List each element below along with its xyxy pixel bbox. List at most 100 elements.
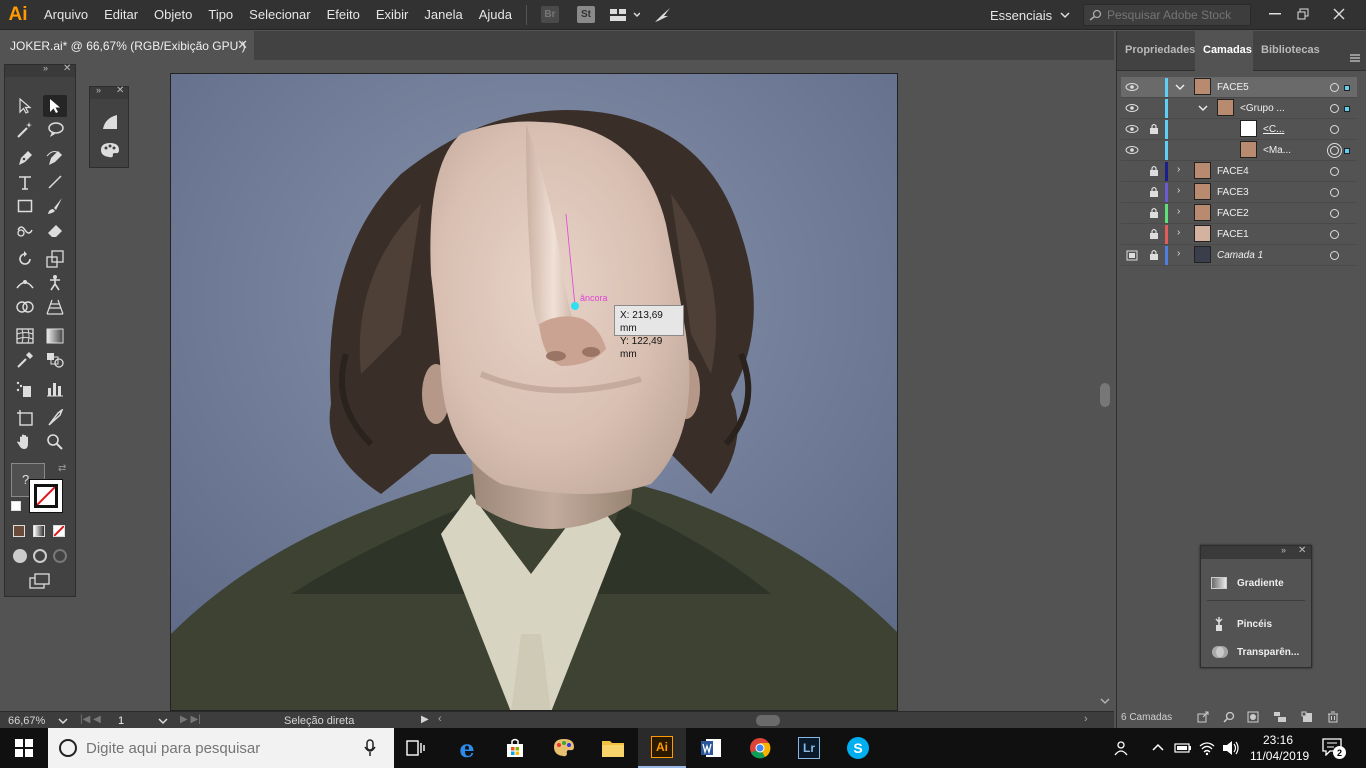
selection-indicator[interactable]: [1344, 106, 1350, 112]
collapse-panel-icon[interactable]: »: [43, 63, 48, 73]
layer-name[interactable]: <C...: [1263, 124, 1284, 135]
gpu-performance-icon[interactable]: [654, 7, 672, 23]
layer-row[interactable]: › FACE3: [1121, 182, 1357, 203]
battery-icon[interactable]: [1174, 741, 1192, 755]
selection-indicator[interactable]: [1344, 148, 1350, 154]
layer-target-icon[interactable]: [1330, 251, 1339, 260]
lock-icon[interactable]: [1149, 249, 1159, 261]
chevron-right-icon[interactable]: ›: [1177, 164, 1180, 175]
default-colors-icon[interactable]: [11, 501, 21, 511]
system-clock[interactable]: 23:16 11/04/2019: [1250, 732, 1309, 764]
paint-app[interactable]: [540, 728, 588, 768]
brushes-panel-button[interactable]: Pincéis: [1201, 611, 1311, 637]
trash-icon[interactable]: [1327, 711, 1339, 723]
layer-name[interactable]: FACE5: [1217, 82, 1249, 93]
arrange-documents-icon[interactable]: [609, 8, 640, 22]
selection-tool-icon[interactable]: [13, 95, 37, 117]
visibility-eye-icon[interactable]: [1125, 122, 1139, 136]
chevron-down-icon[interactable]: [1198, 103, 1208, 113]
layer-target-icon[interactable]: [1330, 146, 1339, 155]
lock-icon[interactable]: [1149, 186, 1159, 198]
expand-dock-icon[interactable]: »: [1281, 545, 1286, 555]
close-floating-panel-icon[interactable]: ✕: [116, 85, 124, 96]
symbol-sprayer-tool-icon[interactable]: [13, 378, 37, 400]
layer-row[interactable]: › FACE2: [1121, 203, 1357, 224]
line-tool-icon[interactable]: [43, 171, 67, 193]
new-sublayer-icon[interactable]: [1273, 711, 1287, 723]
zoom-tool-icon[interactable]: [43, 431, 67, 453]
gradient-swatch-tool-icon[interactable]: [98, 111, 122, 133]
puppet-warp-tool-icon[interactable]: [43, 272, 67, 294]
people-icon[interactable]: [1114, 739, 1132, 757]
artboard-number[interactable]: 1: [118, 715, 124, 727]
gradient-tool-icon[interactable]: [43, 325, 67, 347]
paintbrush-tool-icon[interactable]: [43, 195, 67, 217]
tab-layers-active[interactable]: Camadas: [1195, 31, 1253, 71]
layer-target-icon[interactable]: [1330, 188, 1339, 197]
last-artboard-icon[interactable]: ▶ ▶|: [180, 714, 201, 725]
status-menu-icon[interactable]: ▶: [421, 714, 429, 725]
expand-panel-icon[interactable]: »: [96, 85, 101, 95]
pen-tool-icon[interactable]: [13, 147, 37, 169]
draw-normal-icon[interactable]: [13, 549, 27, 563]
shape-builder-tool-icon[interactable]: [13, 296, 37, 318]
export-icon[interactable]: [1197, 711, 1209, 723]
make-clipping-mask-icon[interactable]: [1247, 711, 1259, 723]
layer-name[interactable]: FACE1: [1217, 229, 1249, 240]
locate-object-icon[interactable]: [1223, 711, 1235, 723]
scroll-left-icon[interactable]: ‹: [438, 713, 442, 725]
eyedropper-tool-icon[interactable]: [13, 349, 37, 371]
chevron-right-icon[interactable]: ›: [1177, 185, 1180, 196]
layer-target-icon[interactable]: [1330, 209, 1339, 218]
layer-target-icon[interactable]: [1330, 167, 1339, 176]
chevron-up-icon[interactable]: [1152, 743, 1164, 751]
chevron-right-icon[interactable]: ›: [1177, 248, 1180, 259]
menu-selecionar[interactable]: Selecionar: [241, 0, 318, 30]
tab-properties[interactable]: Propriedades: [1125, 44, 1195, 56]
zoom-level[interactable]: 66,67%: [8, 715, 45, 727]
gradient-mode-icon[interactable]: [33, 525, 45, 537]
taskbar-search-box[interactable]: [48, 728, 394, 768]
layer-row[interactable]: › FACE1: [1121, 224, 1357, 245]
close-window-button[interactable]: [1322, 0, 1356, 28]
tab-libraries[interactable]: Bibliotecas: [1261, 44, 1320, 56]
skype-app[interactable]: S: [834, 728, 882, 768]
layer-row[interactable]: › Camada 1: [1121, 245, 1357, 266]
bridge-button[interactable]: Br: [540, 6, 559, 23]
vertical-scroll-thumb[interactable]: [1100, 383, 1110, 407]
draw-behind-icon[interactable]: [33, 549, 47, 563]
layer-row[interactable]: <Ma...: [1121, 140, 1357, 161]
eraser-tool-icon[interactable]: [43, 219, 67, 241]
start-button[interactable]: [0, 728, 48, 768]
visibility-eye-icon[interactable]: [1125, 101, 1139, 115]
chevron-right-icon[interactable]: ›: [1177, 227, 1180, 238]
chevron-right-icon[interactable]: ›: [1177, 206, 1180, 217]
screen-mode-icon[interactable]: [29, 573, 51, 589]
volume-icon[interactable]: [1222, 740, 1240, 756]
stock-search-input[interactable]: [1107, 8, 1247, 22]
chrome-app[interactable]: [736, 728, 784, 768]
width-tool-icon[interactable]: [13, 272, 37, 294]
layer-target-icon[interactable]: [1330, 230, 1339, 239]
menu-efeito[interactable]: Efeito: [319, 0, 368, 30]
column-graph-tool-icon[interactable]: [43, 378, 67, 400]
layer-row[interactable]: FACE5: [1121, 77, 1357, 98]
microphone-icon[interactable]: [364, 739, 376, 757]
document-tab[interactable]: JOKER.ai* @ 66,67% (RGB/Exibição GPU ) ✕: [0, 31, 254, 60]
color-mode-icon[interactable]: [13, 525, 25, 537]
type-tool-icon[interactable]: [13, 171, 37, 193]
menu-editar[interactable]: Editar: [96, 0, 146, 30]
hand-tool-icon[interactable]: [13, 431, 37, 453]
template-layer-icon[interactable]: [1125, 249, 1139, 263]
restore-button[interactable]: [1286, 0, 1320, 28]
new-layer-icon[interactable]: [1301, 711, 1313, 723]
layer-target-icon[interactable]: [1330, 83, 1339, 92]
floating-tool-panel-header[interactable]: » ✕: [90, 85, 128, 99]
zoom-dropdown-icon[interactable]: [58, 717, 68, 725]
visibility-eye-icon[interactable]: [1125, 143, 1139, 157]
artboard-canvas[interactable]: [170, 73, 898, 711]
tools-panel-header[interactable]: » ✕: [5, 63, 75, 77]
chevron-down-icon[interactable]: [1175, 82, 1185, 92]
none-mode-icon[interactable]: [53, 525, 65, 537]
dock-header[interactable]: » ✕: [1201, 545, 1311, 559]
